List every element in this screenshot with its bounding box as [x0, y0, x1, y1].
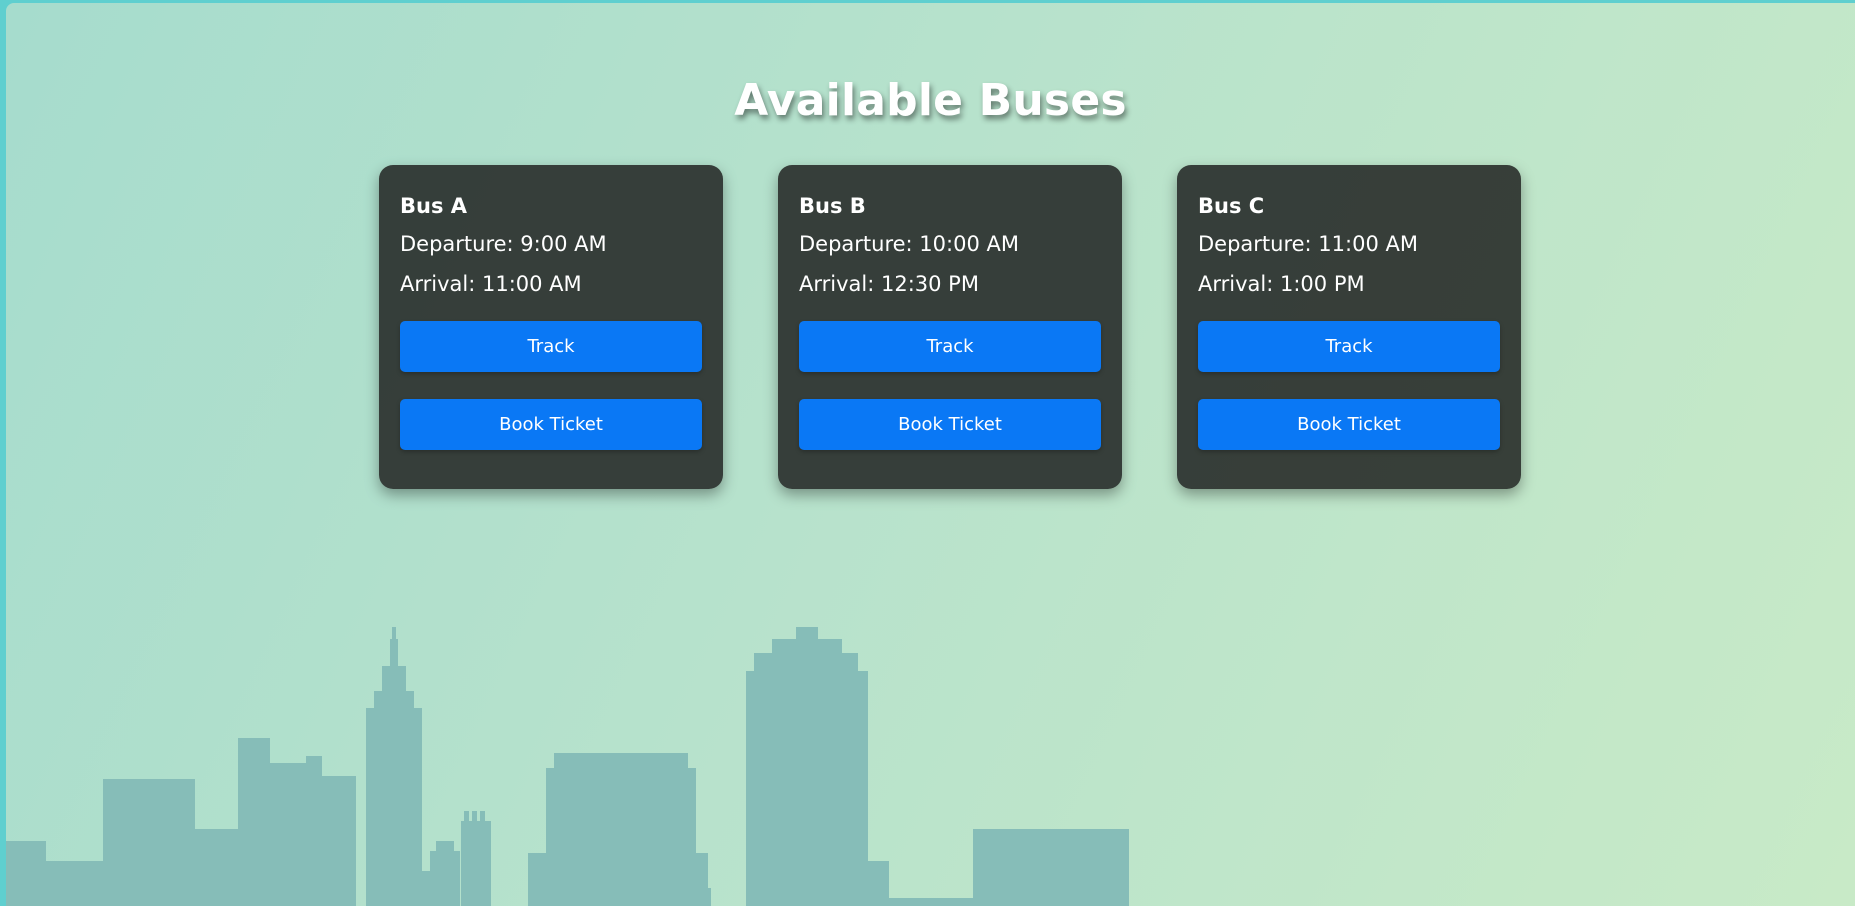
track-button[interactable]: Track [799, 321, 1101, 372]
page-title: Available Buses [734, 75, 1127, 126]
bus-name: Bus B [799, 194, 866, 218]
book-ticket-button[interactable]: Book Ticket [400, 399, 702, 450]
departure-time: Departure: 11:00 AM [1198, 232, 1418, 256]
arrival-time: Arrival: 12:30 PM [799, 272, 979, 296]
bus-card: Bus B Departure: 10:00 AM Arrival: 12:30… [778, 165, 1122, 489]
track-button[interactable]: Track [1198, 321, 1500, 372]
book-ticket-button[interactable]: Book Ticket [1198, 399, 1500, 450]
arrival-time: Arrival: 1:00 PM [1198, 272, 1365, 296]
departure-time: Departure: 10:00 AM [799, 232, 1019, 256]
book-ticket-button[interactable]: Book Ticket [799, 399, 1101, 450]
bus-name: Bus C [1198, 194, 1265, 218]
arrival-time: Arrival: 11:00 AM [400, 272, 582, 296]
departure-time: Departure: 9:00 AM [400, 232, 607, 256]
track-button[interactable]: Track [400, 321, 702, 372]
bus-card-list: Bus A Departure: 9:00 AM Arrival: 11:00 … [379, 165, 1521, 489]
bus-name: Bus A [400, 194, 468, 218]
bus-card: Bus A Departure: 9:00 AM Arrival: 11:00 … [379, 165, 723, 489]
page-background: Available Buses Bus A Departure: 9:00 AM… [6, 3, 1855, 906]
bus-card: Bus C Departure: 11:00 AM Arrival: 1:00 … [1177, 165, 1521, 489]
